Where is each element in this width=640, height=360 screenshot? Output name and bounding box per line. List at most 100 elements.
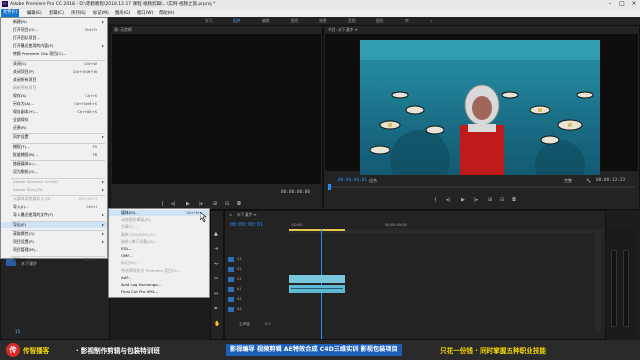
program-monitor-tab[interactable]: 节目: 水下漫步 ≡: [328, 27, 358, 33]
workspace-learn[interactable]: 学习: [205, 18, 213, 24]
file-menu-item-label: 打开团队项目...: [13, 35, 41, 40]
track-toggle-a2[interactable]: [228, 297, 234, 302]
file-menu-item[interactable]: 转换 Premiere Clip 项目(C)...: [1, 51, 107, 57]
export-menu-item[interactable]: AAF...: [109, 275, 209, 281]
mark-in-icon[interactable]: {: [161, 201, 164, 207]
file-menu-item[interactable]: 关闭所有项目: [1, 77, 107, 83]
insert-icon[interactable]: ⊞: [213, 201, 217, 207]
file-menu-item[interactable]: 保存(S) Ctrl+S: [1, 93, 107, 99]
workspace-effects[interactable]: 效果: [319, 18, 327, 24]
workspace-assembly[interactable]: 组件: [233, 18, 241, 24]
menu-window[interactable]: 窗口(W): [137, 10, 153, 16]
file-menu-item[interactable]: 批量捕捉(B)... F6: [1, 152, 107, 158]
file-menu-item[interactable]: 关闭(C) Ctrl+W: [1, 61, 107, 67]
track-toggle-v3[interactable]: [228, 257, 234, 262]
wrench-icon[interactable]: 🔧: [586, 178, 591, 183]
program-step-back-icon[interactable]: ◂|: [446, 197, 450, 203]
file-menu-item[interactable]: 项目管理(M)...: [1, 247, 107, 253]
menu-file[interactable]: 文件(F): [1, 9, 20, 17]
file-menu-item[interactable]: 获取属性(G) ▸: [1, 231, 107, 237]
play-icon[interactable]: ▶: [186, 201, 190, 207]
workspace-graphics[interactable]: 图形: [376, 18, 384, 24]
camera-icon[interactable]: ◘: [237, 201, 241, 207]
workspace-audio[interactable]: 音频: [348, 18, 356, 24]
menu-sequence[interactable]: 序列(S): [71, 10, 86, 16]
workspace-overflow[interactable]: »: [430, 18, 432, 23]
export-menu-item[interactable]: 媒体(M)... Ctrl+M: [109, 210, 209, 217]
workspace-editing[interactable]: 编辑: [262, 18, 270, 24]
file-menu-item[interactable]: 导出(E) ▸: [1, 221, 107, 228]
video-clip-v1[interactable]: [289, 275, 345, 283]
time-ruler[interactable]: [289, 229, 605, 233]
workspace-color[interactable]: 颜色: [291, 18, 299, 24]
timeline-scrollbar[interactable]: [595, 231, 601, 331]
file-menu-item[interactable]: 另存为(A)... Ctrl+Shift+S: [1, 101, 107, 107]
step-forward-icon[interactable]: |▸: [199, 201, 203, 207]
file-menu-item[interactable]: 还原(R): [1, 125, 107, 131]
program-timecode-current[interactable]: 00:00:00:01: [338, 178, 367, 183]
submenu-arrow-icon: ▸: [101, 43, 104, 48]
razor-icon[interactable]: ✂: [214, 276, 218, 282]
menu-graphics[interactable]: 图形(G): [115, 10, 130, 16]
track-select-icon[interactable]: ⇥: [214, 246, 218, 252]
hand-icon[interactable]: ✋: [214, 321, 220, 327]
timeline-playhead[interactable]: [321, 229, 322, 339]
export-menu-item[interactable]: OMF...: [109, 253, 209, 259]
menu-help[interactable]: 帮助(H): [159, 10, 174, 16]
master-track-value[interactable]: 0.0: [265, 322, 271, 326]
file-menu-item[interactable]: 打开团队项目...: [1, 35, 107, 41]
file-menu-item[interactable]: 保存副本(Y)... Ctrl+Alt+S: [1, 109, 107, 115]
slip-icon[interactable]: ↔: [214, 291, 218, 297]
source-timecode[interactable]: 00:00:00:00: [281, 190, 310, 195]
maximize-icon[interactable]: □: [616, 0, 628, 9]
timeline-tab[interactable]: 水下漫步 ≡: [237, 212, 257, 218]
export-menu-item[interactable]: Final Cut Pro XML...: [109, 289, 209, 295]
timeline-timecode[interactable]: 00:00:00:01: [230, 222, 263, 228]
export-menu-item[interactable]: Avid Log Exchange...: [109, 282, 209, 288]
pen-icon[interactable]: ✒: [214, 306, 218, 312]
workspace-libraries[interactable]: 库: [405, 18, 409, 24]
file-menu-item[interactable]: 新建(N) ▸: [1, 19, 107, 25]
program-playhead[interactable]: [328, 184, 331, 190]
ripple-edit-icon[interactable]: ⟛: [214, 261, 219, 267]
zoom-select[interactable]: 适合: [369, 178, 377, 184]
file-menu-item[interactable]: 导入最近使用的文件(F) ▸: [1, 212, 107, 218]
file-menu-item-label: 链接媒体(L)...: [13, 161, 38, 166]
program-step-forward-icon[interactable]: |▸: [474, 197, 478, 203]
menu-clip[interactable]: 剪辑(C): [49, 10, 64, 16]
minimize-icon[interactable]: –: [604, 0, 616, 9]
export-frame-icon[interactable]: ◘: [512, 197, 516, 203]
file-menu-item[interactable]: 设为脱机(O)...: [1, 169, 107, 175]
program-mark-in-icon[interactable]: {: [434, 197, 437, 203]
track-toggle-v1[interactable]: [228, 277, 234, 282]
track-toggle-a3[interactable]: [228, 307, 234, 312]
file-menu-item[interactable]: 链接媒体(L)...: [1, 161, 107, 167]
file-menu-item[interactable]: 打开最近使用的内容(E) ▸: [1, 43, 107, 49]
audio-clip-a1[interactable]: [289, 285, 345, 293]
lift-icon[interactable]: ⊞: [488, 197, 492, 203]
timeline-close-icon[interactable]: ×: [229, 212, 232, 217]
program-scrubber[interactable]: [328, 184, 634, 190]
menu-edit[interactable]: 编辑(E): [27, 10, 42, 16]
program-play-icon[interactable]: ▶: [461, 197, 465, 203]
file-menu-item[interactable]: 项目设置(P) ▸: [1, 239, 107, 245]
track-toggle-v2[interactable]: [228, 267, 234, 272]
file-menu-item[interactable]: 捕捉(T)... F5: [1, 144, 107, 150]
work-area-bar[interactable]: [289, 229, 345, 231]
extract-icon[interactable]: ⊟: [500, 197, 504, 203]
overwrite-icon[interactable]: ⊟: [225, 201, 229, 207]
quality-select[interactable]: 完整: [564, 178, 572, 184]
source-monitor-tab[interactable]: 源: 无剪辑: [114, 27, 132, 33]
file-menu-item[interactable]: 打开项目(O)... Ctrl+O: [1, 27, 107, 33]
file-menu-item[interactable]: 关闭项目(P) Ctrl+Shift+W: [1, 69, 107, 75]
file-menu-item[interactable]: 退出(X) Ctrl+Q: [1, 257, 107, 263]
file-menu-item[interactable]: 同步设置 ▸: [1, 134, 107, 140]
menu-marker[interactable]: 标记(M): [93, 10, 109, 16]
step-back-icon[interactable]: ◂|: [171, 201, 175, 207]
file-menu-item[interactable]: 全部保存: [1, 117, 107, 123]
close-window-icon[interactable]: ×: [628, 0, 640, 9]
track-toggle-a1[interactable]: [228, 287, 234, 292]
file-menu-item[interactable]: 导入(I)... Ctrl+I: [1, 204, 107, 210]
export-menu-item[interactable]: EDL...: [109, 246, 209, 252]
selection-tool-icon[interactable]: ▲: [214, 231, 218, 237]
